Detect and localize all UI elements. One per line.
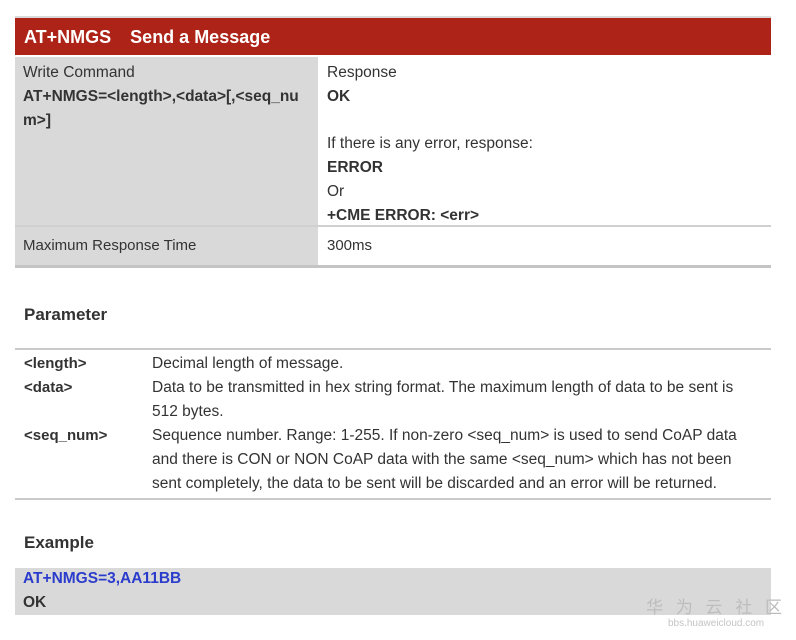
- table-bottom-rule: [15, 265, 771, 268]
- max-response-time-row: Maximum Response Time 300ms: [15, 227, 771, 265]
- response-error: ERROR: [327, 159, 383, 176]
- write-command-syntax-line1: AT+NMGS=<length>,<data>[,<seq_nu: [23, 88, 299, 105]
- param-desc-line: Data to be transmitted in hex string for…: [152, 379, 734, 396]
- write-command-row: Write Command AT+NMGS=<length>,<data>[,<…: [15, 57, 771, 225]
- write-command-cell: Write Command AT+NMGS=<length>,<data>[,<…: [15, 57, 318, 225]
- error-intro: If there is any error, response:: [327, 135, 533, 152]
- param-name: <length>: [24, 355, 87, 372]
- watermark-url: bbs.huaweicloud.com: [667, 618, 765, 629]
- parameter-heading: Parameter: [24, 305, 108, 324]
- param-name: <data>: [24, 379, 73, 396]
- param-row-length: <length> Decimal length of message.: [15, 352, 771, 376]
- response-ok: OK: [327, 88, 351, 105]
- parameter-table: <length> Decimal length of message. <dat…: [15, 348, 771, 500]
- max-response-time-label: Maximum Response Time: [15, 227, 318, 265]
- response-label: Response: [327, 64, 397, 81]
- param-description: Data to be transmitted in hex string for…: [152, 376, 764, 424]
- param-desc-line: and there is CON or NON CoAP data with t…: [152, 451, 732, 468]
- response-cme-error: +CME ERROR: <err>: [327, 207, 480, 224]
- write-command-label: Write Command: [23, 64, 135, 81]
- command-name: AT+NMGS: [24, 27, 112, 47]
- watermark: 华 为 云 社 区 bbs.huaweicloud.com: [646, 598, 786, 630]
- command-table: Write Command AT+NMGS=<length>,<data>[,<…: [15, 57, 771, 268]
- command-title: Send a Message: [130, 27, 271, 47]
- max-response-time-value: 300ms: [318, 227, 771, 265]
- param-description: Sequence number. Range: 1-255. If non-ze…: [152, 424, 764, 496]
- param-desc-line: Decimal length of message.: [152, 355, 344, 372]
- param-description: Decimal length of message.: [152, 352, 764, 376]
- response-cell: Response OK If there is any error, respo…: [318, 57, 771, 225]
- example-heading: Example: [24, 533, 94, 552]
- watermark-text: 华 为 云 社 区: [646, 598, 786, 617]
- param-desc-line: sent completely, the data to be sent wil…: [152, 475, 717, 492]
- param-desc-line: Sequence number. Range: 1-255. If non-ze…: [152, 427, 737, 444]
- write-command-syntax-line2: m>]: [23, 112, 51, 129]
- section-title-bar: AT+NMGS Send a Message: [15, 16, 771, 55]
- param-name: <seq_num>: [24, 427, 108, 444]
- param-row-seq-num: <seq_num> Sequence number. Range: 1-255.…: [15, 424, 771, 496]
- param-desc-line: 512 bytes.: [152, 403, 224, 420]
- param-row-data: <data> Data to be transmitted in hex str…: [15, 376, 771, 424]
- example-command: AT+NMGS=3,AA11BB: [23, 570, 182, 587]
- response-or: Or: [327, 183, 345, 200]
